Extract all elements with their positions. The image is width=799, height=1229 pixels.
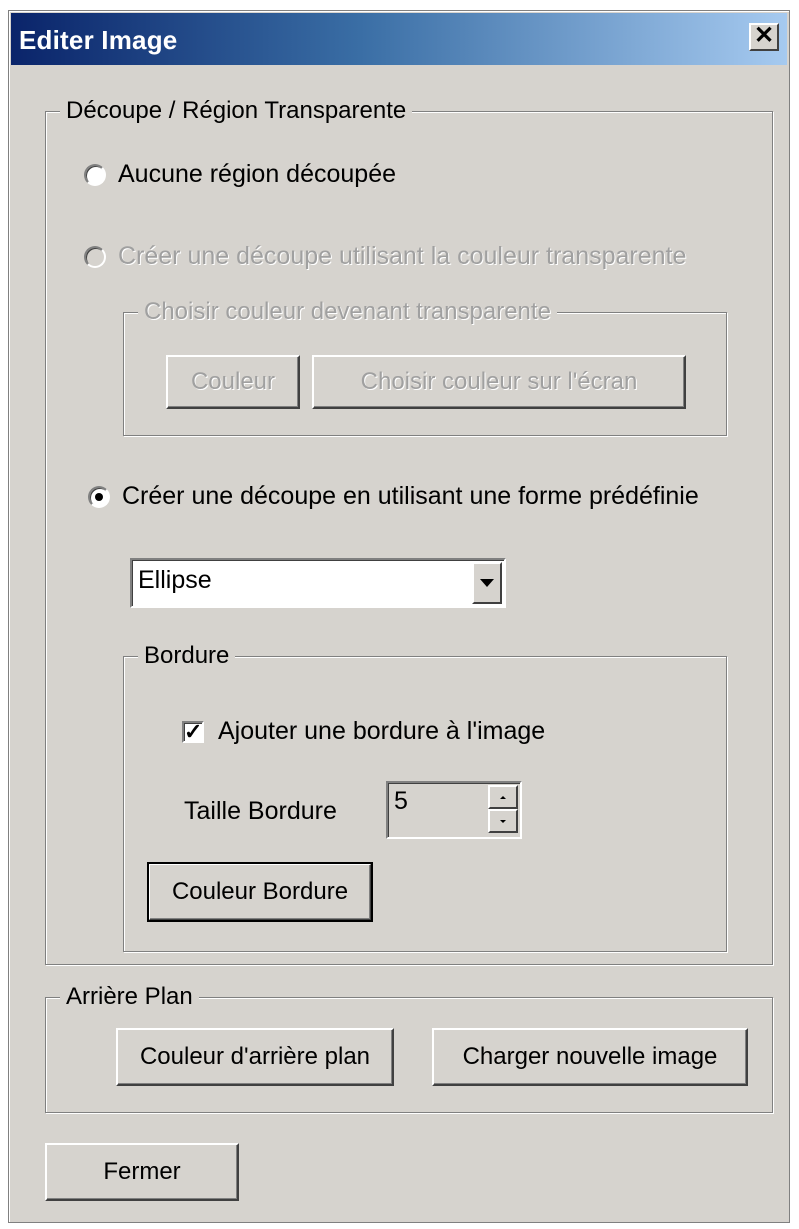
title-bar[interactable]: Editer Image ✕ [11,13,787,65]
border-size-spinner[interactable]: 5 [386,781,522,839]
arrow-down-icon [500,819,506,823]
radio-predefined-shape-label: Créer une découpe en utilisant une forme… [122,482,699,510]
border-group-legend: Bordure [138,642,236,670]
radio-transparent-color-label: Créer une découpe utilisant la couleur t… [118,242,687,270]
radio-no-cutout-button[interactable] [84,163,106,186]
chevron-down-icon [480,579,494,587]
spin-down-button[interactable] [488,809,518,833]
background-groupbox: Arrière Plan Couleur d'arrière plan Char… [45,983,773,1113]
shape-select-dropdown-button[interactable] [472,562,502,604]
arrow-up-icon [500,795,506,799]
checkmark-icon: ✓ [184,718,203,744]
border-color-button[interactable]: Couleur Bordure [147,862,373,922]
add-border-checkbox-row[interactable]: ✓ Ajouter une bordure à l'image [182,717,545,746]
shape-select[interactable]: Ellipse [130,558,506,608]
color-button: Couleur [166,355,300,409]
pick-screen-color-button: Choisir couleur sur l'écran [312,355,686,409]
shape-select-value: Ellipse [138,566,212,594]
add-border-label: Ajouter une bordure à l'image [218,717,546,745]
add-border-checkbox[interactable]: ✓ [182,718,204,744]
radio-predefined-shape-button[interactable] [88,485,110,508]
close-window-button[interactable]: ✕ [749,23,779,51]
spin-up-button[interactable] [488,785,518,809]
transparent-color-groupbox: Choisir couleur devenant transparente Co… [123,298,727,436]
border-size-value[interactable]: 5 [394,787,408,816]
border-size-label: Taille Bordure [184,797,337,825]
close-button[interactable]: Fermer [45,1143,239,1201]
radio-predefined-shape[interactable]: Créer une découpe en utilisant une forme… [88,482,699,511]
transparent-color-group-legend: Choisir couleur devenant transparente [138,298,557,326]
radio-selected-dot [95,492,103,501]
load-new-image-button[interactable]: Charger nouvelle image [432,1028,748,1086]
radio-transparent-color: Créer une découpe utilisant la couleur t… [84,242,686,271]
radio-no-cutout[interactable]: Aucune région découpée [84,160,396,189]
radio-no-cutout-label: Aucune région découpée [118,160,397,188]
background-color-button[interactable]: Couleur d'arrière plan [116,1028,394,1086]
cutout-group-legend: Découpe / Région Transparente [60,97,413,125]
background-group-legend: Arrière Plan [60,983,199,1011]
border-groupbox: Bordure ✓ Ajouter une bordure à l'image … [123,642,727,952]
window-title: Editer Image [19,25,178,55]
cutout-groupbox: Découpe / Région Transparente Aucune rég… [45,97,773,965]
edit-image-dialog: Editer Image ✕ Découpe / Région Transpar… [8,10,790,1223]
close-icon: ✕ [753,22,775,49]
radio-transparent-color-button [84,245,106,268]
